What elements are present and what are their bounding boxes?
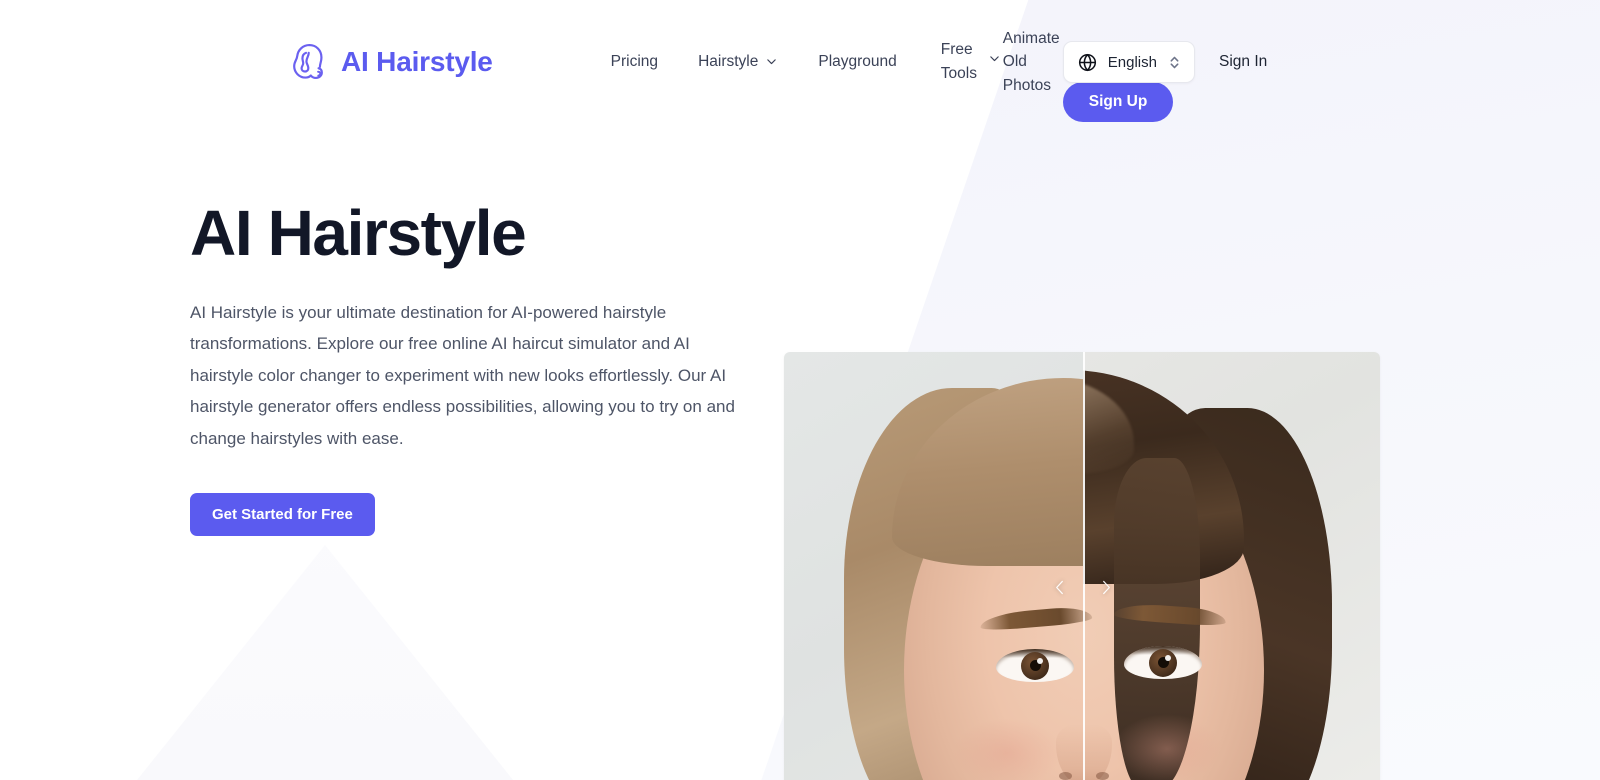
main-navigation: Pricing Hairstyle Playground Free Tools … xyxy=(591,27,1060,98)
get-started-button[interactable]: Get Started for Free xyxy=(190,493,375,537)
chevron-left-icon[interactable] xyxy=(1052,578,1067,597)
comparison-divider xyxy=(1083,352,1085,780)
site-header: AI Hairstyle Pricing Hairstyle Playgroun… xyxy=(0,0,1600,124)
language-value: English xyxy=(1107,53,1157,71)
brand-name: AI Hairstyle xyxy=(341,46,493,77)
nav-item-hairstyle[interactable]: Hairstyle xyxy=(678,50,798,74)
sign-up-button[interactable]: Sign Up xyxy=(1062,82,1174,122)
page-title: AI Hairstyle xyxy=(190,197,527,269)
nav-item-pricing[interactable]: Pricing xyxy=(591,50,678,74)
eye-shape xyxy=(996,649,1074,682)
nav-item-label: Free Tools xyxy=(940,41,977,82)
hero-section: AI Hairstyle AI Hairstyle is your ultima… xyxy=(0,124,1600,537)
triangle-gradient-shape xyxy=(85,545,565,780)
language-selector[interactable]: English xyxy=(1062,41,1195,83)
nav-item-label: Hairstyle xyxy=(698,53,759,71)
nav-item-label: Playground xyxy=(818,53,897,71)
globe-icon xyxy=(1078,53,1096,71)
cheek-shading xyxy=(1112,714,1222,780)
brand-logo-link[interactable]: AI Hairstyle xyxy=(290,42,493,82)
comparison-slider-handle[interactable] xyxy=(1052,567,1114,607)
hero-copy: AI Hairstyle AI Hairstyle is your ultima… xyxy=(190,124,750,537)
sign-in-link[interactable]: Sign In xyxy=(1219,53,1267,71)
hero-description: AI Hairstyle is your ultimate destinatio… xyxy=(190,302,735,448)
nav-item-animate-old-photos[interactable]: Animate Old Photos xyxy=(979,27,1060,98)
header-actions: English Sign In Sign Up xyxy=(1062,41,1267,122)
nav-item-label: Pricing xyxy=(610,53,659,71)
eye-shape xyxy=(1124,646,1202,679)
nav-item-playground[interactable]: Playground xyxy=(798,50,916,74)
chevron-up-down-icon xyxy=(1170,56,1179,68)
chevron-right-icon[interactable] xyxy=(1099,578,1114,597)
chevron-down-icon xyxy=(767,59,777,65)
hairstyle-head-icon xyxy=(293,43,323,80)
cheek-shading xyxy=(952,718,1062,780)
nav-item-free-tools[interactable]: Free Tools xyxy=(917,38,999,85)
nav-item-label: Animate Old Photos xyxy=(1002,29,1060,94)
